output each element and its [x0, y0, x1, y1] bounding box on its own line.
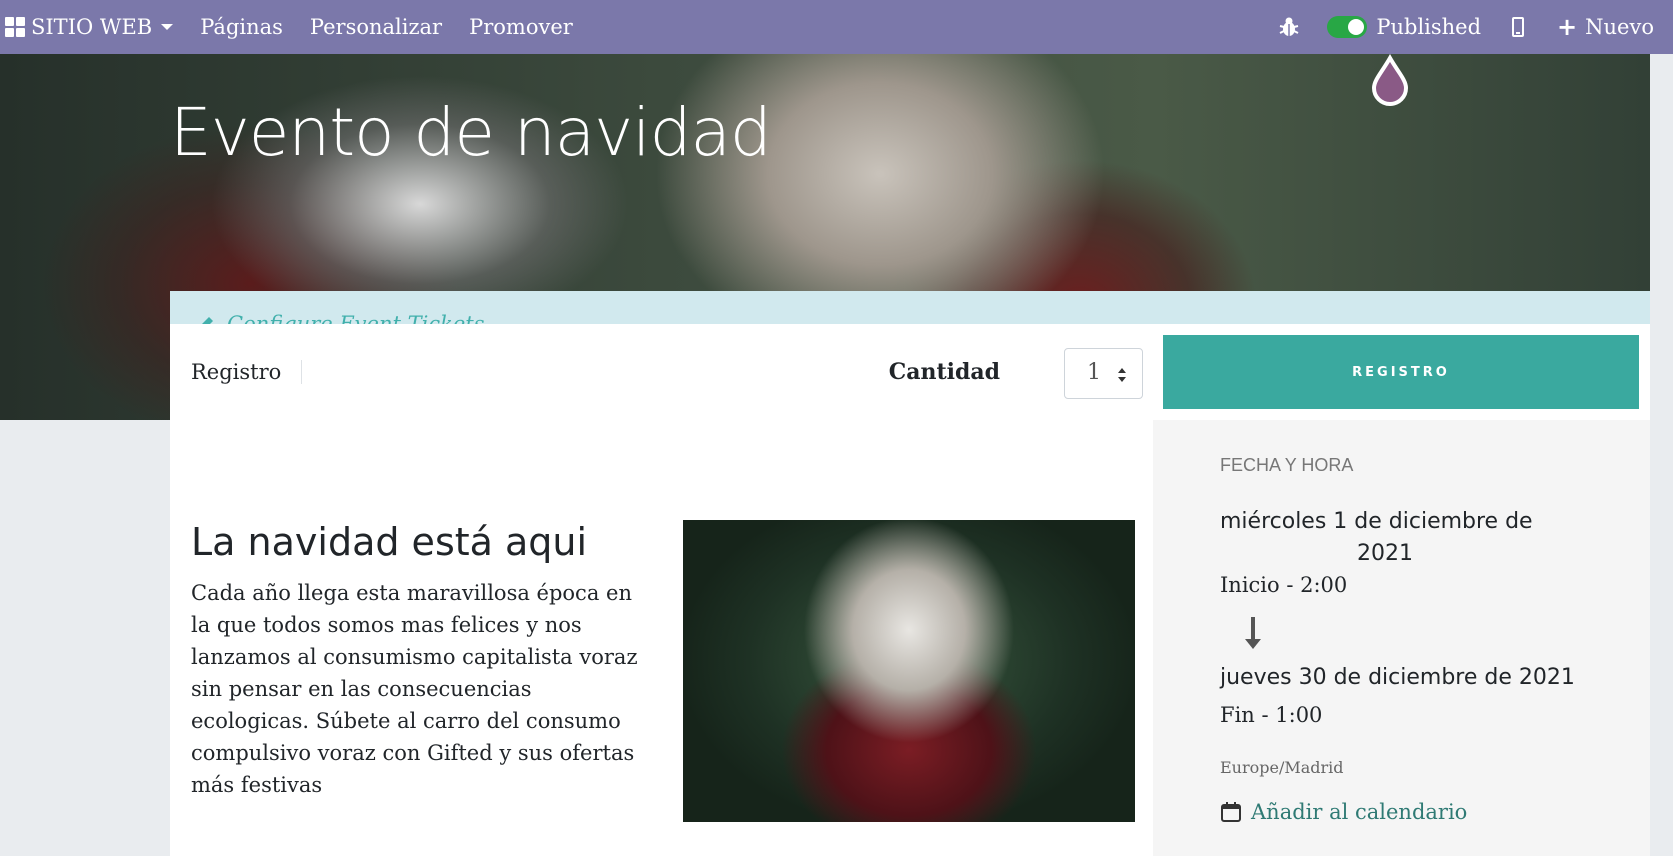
new-button-label: Nuevo	[1585, 15, 1654, 39]
menu-customize[interactable]: Personalizar	[310, 15, 442, 39]
start-date-line1: miércoles 1 de diciembre de	[1220, 509, 1533, 534]
calendar-icon	[1221, 802, 1241, 822]
arrow-down-icon	[1245, 617, 1261, 649]
drop-icon[interactable]	[1370, 54, 1410, 106]
bug-icon[interactable]	[1279, 16, 1299, 38]
add-to-calendar-label: Añadir al calendario	[1251, 800, 1468, 824]
santa-image	[683, 520, 1135, 822]
add-to-calendar-link[interactable]: Añadir al calendario	[1220, 800, 1467, 824]
sort-icon	[1118, 368, 1126, 382]
registration-label: Registro	[191, 360, 303, 384]
start-date-line2: 2021	[1357, 541, 1413, 566]
menu-pages[interactable]: Páginas	[200, 15, 283, 39]
website-menu-label: SITIO WEB	[31, 15, 153, 39]
quantity-value: 1	[1087, 360, 1101, 385]
topbar-right: Published + Nuevo	[1279, 0, 1673, 54]
schedule-panel: FECHA Y HORA miércoles 1 de diciembre de…	[1153, 420, 1650, 856]
start-time: Inicio - 2:00	[1220, 573, 1348, 597]
register-button[interactable]: REGISTRO	[1163, 335, 1639, 409]
content-text: Cada año llega esta maravillosa época en…	[191, 581, 638, 797]
start-date: miércoles 1 de diciembre de 2021	[1220, 506, 1550, 570]
plus-icon: +	[1557, 13, 1578, 41]
published-label: Published	[1376, 15, 1482, 39]
end-time: Fin - 1:00	[1220, 703, 1323, 727]
registration-row: Registro Cantidad 1	[170, 324, 1153, 420]
website-menu[interactable]: SITIO WEB	[0, 0, 174, 54]
quantity-select[interactable]: 1	[1064, 348, 1143, 399]
apps-grid-icon	[5, 17, 25, 37]
content-title: La navidad está aqui	[191, 520, 588, 564]
new-button[interactable]: + Nuevo	[1557, 13, 1654, 41]
end-date: jueves 30 de diciembre de 2021	[1220, 665, 1575, 690]
quantity-label: Cantidad	[888, 359, 1000, 385]
event-main-card: Registro Cantidad 1 La navidad está aqui…	[170, 324, 1153, 856]
menu-promote[interactable]: Promover	[469, 15, 573, 39]
chevron-down-icon	[161, 24, 174, 30]
top-navbar: SITIO WEB Páginas Personalizar Promover …	[0, 0, 1673, 54]
mobile-preview-icon[interactable]	[1512, 17, 1525, 37]
schedule-label: FECHA Y HORA	[1220, 455, 1354, 475]
timezone: Europe/Madrid	[1220, 758, 1344, 777]
event-title: Evento de navidad	[170, 94, 772, 171]
publish-toggle[interactable]	[1327, 16, 1368, 38]
